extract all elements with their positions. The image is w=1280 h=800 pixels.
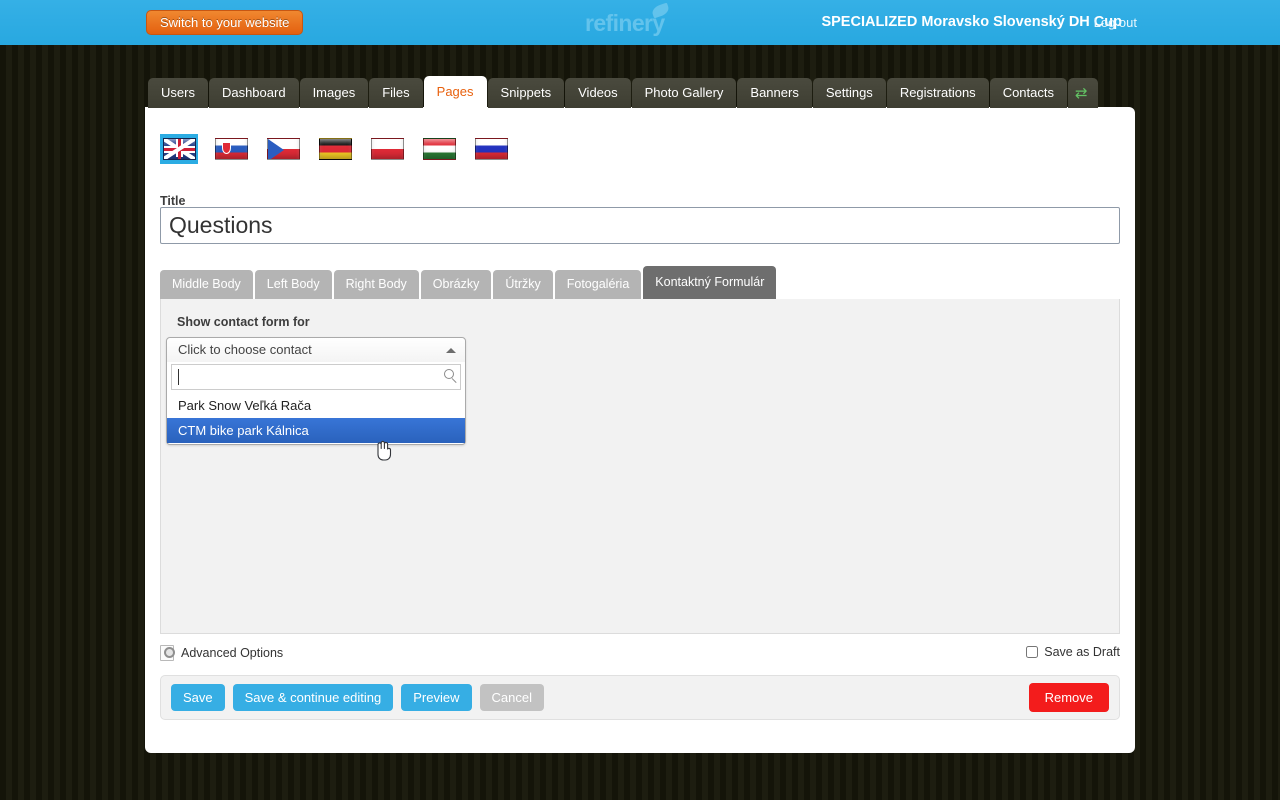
tab-files[interactable]: Files (369, 78, 423, 108)
tab-contacts[interactable]: Contacts (989, 78, 1067, 108)
locale-flag-hu[interactable] (420, 134, 458, 164)
tab-settings[interactable]: Settings (812, 78, 886, 108)
tab-registrations[interactable]: Registrations (886, 78, 989, 108)
tab-pages[interactable]: Pages (423, 76, 487, 108)
top-bar: Switch to your website refinery SPECIALI… (0, 0, 1280, 45)
locale-flag-ru[interactable] (472, 134, 510, 164)
body-tab-bar: Middle Body Left Body Right Body Obrázky… (160, 266, 778, 299)
contact-form-label: Show contact form for (177, 315, 310, 329)
action-bar: Save Save & continue editing Preview Can… (160, 675, 1120, 720)
tab-banners[interactable]: Banners (737, 78, 812, 108)
body-tab-fotogaleria[interactable]: Fotogaléria (554, 270, 642, 299)
switch-to-website-button[interactable]: Switch to your website (146, 10, 304, 35)
locale-switcher (160, 134, 524, 164)
main-tab-bar: Users Dashboard Images Files Pages Snipp… (148, 76, 1099, 108)
tab-snippets[interactable]: Snippets (487, 78, 565, 108)
contact-option-ctm-bike-park-kalnica[interactable]: CTM bike park Kálnica (167, 418, 465, 443)
leaf-icon (650, 2, 671, 19)
contact-option-list: Park Snow Veľká Rača CTM bike park Kálni… (167, 393, 465, 444)
logout-link[interactable]: Log out (1094, 15, 1137, 30)
tab-videos[interactable]: Videos (565, 78, 631, 108)
locale-flag-sk[interactable] (212, 134, 250, 164)
locale-flag-cs[interactable] (264, 134, 302, 164)
title-input[interactable] (160, 207, 1120, 244)
contact-dropdown-toggle[interactable]: Click to choose contact (167, 338, 465, 362)
save-as-draft-label: Save as Draft (1044, 645, 1120, 659)
locale-flag-pl[interactable] (368, 134, 406, 164)
remove-button[interactable]: Remove (1028, 683, 1109, 712)
flag-germany-icon (318, 138, 352, 160)
search-icon (444, 369, 454, 379)
body-tab-left-body[interactable]: Left Body (254, 270, 332, 299)
tab-images[interactable]: Images (299, 78, 369, 108)
flag-uk-icon (162, 138, 196, 160)
refinery-logo: refinery (585, 2, 685, 36)
flag-czech-icon (266, 138, 300, 160)
advanced-options-toggle[interactable]: Advanced Options (160, 645, 283, 661)
locale-flag-en[interactable] (160, 134, 198, 164)
contact-dropdown: Click to choose contact Park Snow Veľká … (166, 337, 466, 445)
body-tab-panel: Show contact form for Click to choose co… (160, 299, 1120, 634)
chevron-up-icon (446, 348, 456, 353)
shuffle-icon: ⇄ (1075, 84, 1088, 102)
contact-search-wrap (171, 364, 461, 390)
save-as-draft-checkbox[interactable] (1026, 646, 1039, 658)
flag-slovakia-icon (214, 138, 248, 160)
advanced-options-label: Advanced Options (181, 646, 284, 660)
contact-dropdown-placeholder: Click to choose contact (178, 342, 312, 357)
tab-dashboard[interactable]: Dashboard (208, 78, 299, 108)
body-tab-obrazky[interactable]: Obrázky (420, 270, 492, 299)
save-as-draft-toggle[interactable]: Save as Draft (1026, 645, 1120, 659)
site-title: SPECIALIZED Moravsko Slovenský DH Cup (821, 14, 1122, 30)
tab-users[interactable]: Users (148, 78, 208, 108)
contact-option-park-snow-velka-raca[interactable]: Park Snow Veľká Rača (167, 393, 465, 418)
locale-flag-de[interactable] (316, 134, 354, 164)
contact-search-input[interactable] (171, 364, 461, 390)
tab-shuffle[interactable]: ⇄ (1068, 78, 1098, 108)
body-tab-middle-body[interactable]: Middle Body (160, 270, 253, 299)
text-caret (178, 369, 179, 385)
preview-button[interactable]: Preview (401, 684, 472, 711)
body-tab-right-body[interactable]: Right Body (333, 270, 419, 299)
content-panel: Title Middle Body Left Body Right Body O… (145, 107, 1135, 753)
title-label: Title (160, 194, 186, 208)
flag-poland-icon (370, 138, 404, 160)
flag-hungary-icon (422, 138, 456, 160)
cancel-button[interactable]: Cancel (479, 684, 544, 711)
gear-page-icon (160, 645, 175, 661)
save-and-continue-button[interactable]: Save & continue editing (232, 684, 394, 711)
save-button[interactable]: Save (171, 684, 225, 711)
flag-russia-icon (474, 138, 508, 160)
body-tab-kontaktny-formular[interactable]: Kontaktný Formulár (643, 266, 777, 299)
tab-photo-gallery[interactable]: Photo Gallery (631, 78, 737, 108)
body-tab-utrzky[interactable]: Útržky (493, 270, 553, 299)
